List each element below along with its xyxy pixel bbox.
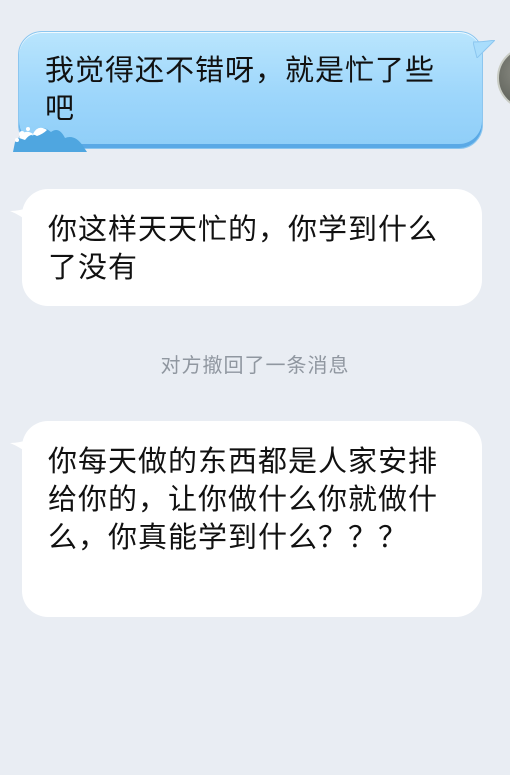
bubble-tail-icon (10, 439, 30, 455)
incoming-message-bubble[interactable]: 你每天做的东西都是人家安排给你的，让你做什么你就做什么，你真能学到什么？？？ (10, 421, 482, 617)
incoming-message-bubble[interactable]: 你这样天天忙的，你学到什么了没有 (10, 189, 482, 306)
message-text: 你每天做的东西都是人家安排给你的，让你做什么你就做什么，你真能学到什么？？？ (48, 444, 439, 554)
message-text: 我觉得还不错呀，就是忙了些吧 (45, 53, 436, 125)
recall-notice: 对方撤回了一条消息 (160, 353, 350, 377)
bubble-tail-icon (10, 207, 30, 223)
wave-icon (13, 127, 87, 152)
bubble-tail-icon (473, 40, 495, 58)
message-text: 你这样天天忙的，你学到什么了没有 (48, 212, 439, 284)
user-avatar[interactable] (497, 46, 510, 110)
outgoing-message-bubble[interactable]: 我觉得还不错呀，就是忙了些吧 (13, 31, 495, 152)
chat-view: 我觉得还不错呀，就是忙了些吧 你这样天天忙的，你学到什么了没有 对方撤回了一条消… (0, 0, 510, 775)
